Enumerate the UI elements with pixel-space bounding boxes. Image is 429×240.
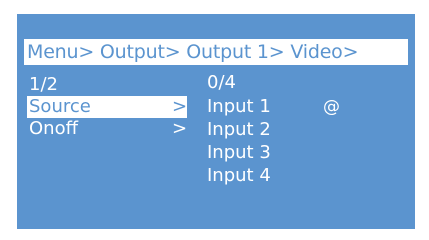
- submenu-arrow-icon: >: [172, 118, 188, 139]
- menu-item-label: Onoff: [29, 118, 78, 139]
- osd-screen: Menu> Output> Output 1> Video> 1/2 Sourc…: [17, 14, 415, 229]
- menu-item-source[interactable]: Source >: [27, 96, 187, 118]
- menu-item-label: Source: [29, 96, 91, 117]
- current-selection-marker: @: [323, 97, 340, 117]
- option-input-2[interactable]: Input 2: [207, 119, 271, 141]
- menu-item-onoff[interactable]: Onoff >: [27, 118, 187, 140]
- option-input-1[interactable]: Input 1: [207, 96, 271, 118]
- submenu-arrow-icon: >: [172, 96, 188, 117]
- left-page-indicator: 1/2: [29, 74, 58, 95]
- breadcrumb: Menu> Output> Output 1> Video>: [24, 39, 408, 65]
- option-input-4[interactable]: Input 4: [207, 165, 271, 187]
- option-input-3[interactable]: Input 3: [207, 142, 271, 164]
- right-page-indicator: 0/4: [207, 72, 236, 93]
